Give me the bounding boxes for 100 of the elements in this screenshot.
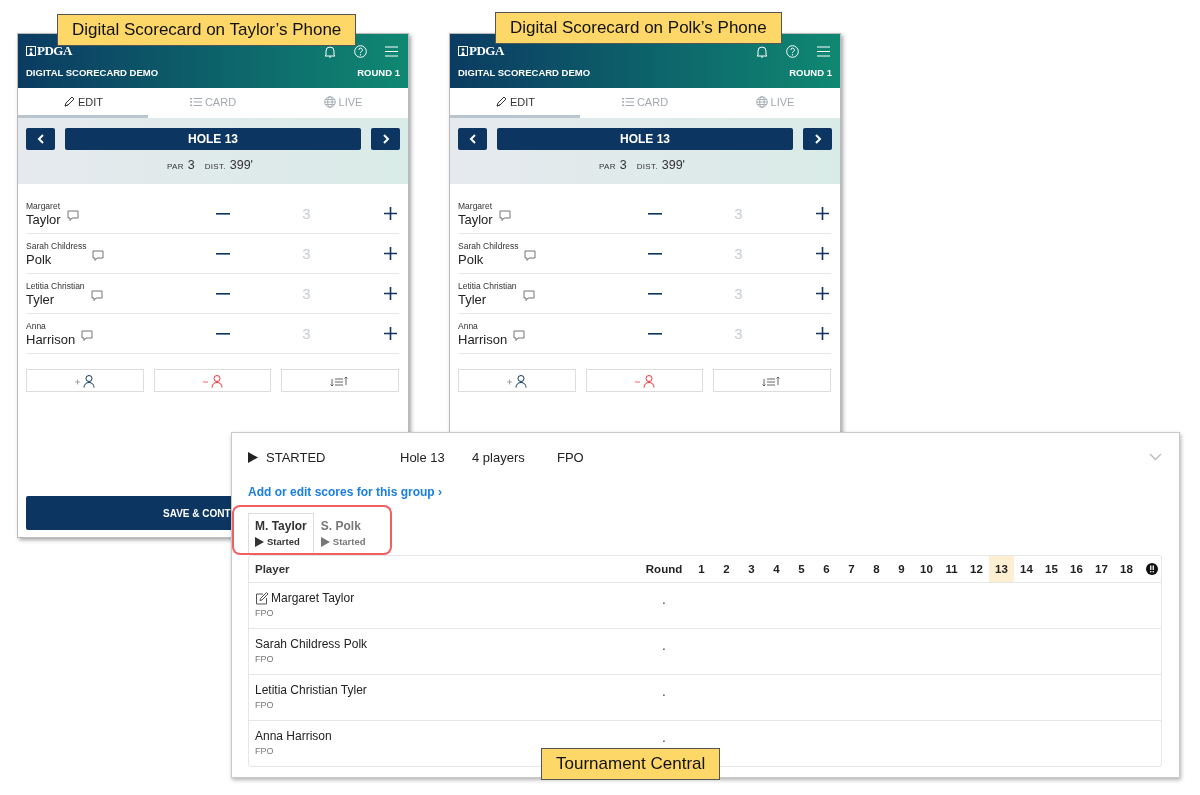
player-division: FPO [255,608,275,618]
plus-icon[interactable] [383,287,397,300]
column-header: 3 [747,562,756,577]
score-value: 3 [733,325,744,342]
player-first-name: Anna [458,320,479,332]
column-header: 17 [1094,562,1109,577]
minus-icon[interactable] [648,212,662,215]
column-header: Player [254,561,291,577]
menu-icon[interactable] [817,45,830,57]
player-count: 4 players [472,449,526,465]
save-button[interactable]: SAVE & CONT [26,496,231,530]
distance-label: DIST. [204,162,226,171]
bell-icon[interactable] [756,44,768,58]
player-name: Sarah Childress Polk [255,637,368,651]
remove-person-icon [633,373,656,388]
round-label: ROUND 1 [789,67,832,78]
player-last-name: Harrison [458,331,508,347]
edit-scores-link[interactable]: Add or edit scores for this group › [248,485,442,499]
help-icon[interactable] [786,44,799,58]
logo: PDGA [37,43,72,59]
minus-icon[interactable] [648,292,662,295]
minus-icon[interactable] [216,252,230,255]
score-value: 3 [301,325,312,342]
add-person-icon [73,373,96,388]
logo-icon [26,46,36,56]
minus-icon[interactable] [216,212,230,215]
plus-icon[interactable] [815,327,829,340]
minus-icon[interactable] [648,252,662,255]
column-header: 10 [919,562,934,577]
previous-hole-button[interactable] [26,128,55,150]
comment-icon[interactable] [81,329,94,342]
minus-icon[interactable] [216,332,230,335]
previous-hole-button[interactable] [458,128,487,150]
app-title: DIGITAL SCORECARD DEMO [26,67,159,78]
distance-value: 399' [661,158,685,172]
column-header: 16 [1069,562,1084,577]
group-status: STARTED [266,449,326,465]
next-hole-button[interactable] [803,128,832,150]
column-header: 11 [944,562,959,577]
bell-icon[interactable] [324,44,336,58]
play-icon [255,536,264,547]
player-tab[interactable]: M. Taylor Started [248,513,314,553]
player-last-name: Taylor [458,211,493,227]
hole-button[interactable]: HOLE 13 [497,128,793,150]
minus-icon[interactable] [648,332,662,335]
score-value: 3 [301,285,312,302]
player-last-name: Harrison [26,331,76,347]
round-score: . [662,731,666,747]
plus-icon[interactable] [383,247,397,260]
play-icon [248,451,258,463]
plus-icon[interactable] [815,207,829,220]
player-first-name: Letitia Christian [26,280,85,292]
menu-icon[interactable] [385,45,398,57]
plus-icon[interactable] [815,287,829,300]
list-icon [621,96,634,107]
player-division: FPO [255,746,275,756]
round-score: . [662,685,666,701]
list-icon [189,96,202,107]
par-value: 3 [187,158,195,172]
comment-icon[interactable] [498,209,511,222]
comment-icon[interactable] [522,289,535,302]
chevron-left-icon [468,134,477,144]
comment-icon[interactable] [90,289,103,302]
plus-icon[interactable] [383,327,397,340]
player-first-name: Anna [26,320,47,332]
column-header: 18 [1119,562,1134,577]
minus-icon[interactable] [216,292,230,295]
next-hole-button[interactable] [371,128,400,150]
score-value: 3 [733,285,744,302]
chevron-right-icon [381,134,390,144]
add-person-icon [505,373,528,388]
info-icon[interactable] [1145,563,1158,575]
pencil-icon [62,95,75,108]
round-score: . [662,593,666,609]
chevron-right-icon [813,134,822,144]
distance-value: 399' [229,158,253,172]
player-first-name: Letitia Christian [458,280,517,292]
help-icon[interactable] [354,44,367,58]
column-header: 6 [822,562,831,577]
comment-icon[interactable] [66,209,79,222]
edit-icon[interactable] [255,591,268,605]
par-value: 3 [619,158,627,172]
column-header: 14 [1019,562,1034,577]
comment-icon[interactable] [92,249,105,262]
column-header: 2 [722,562,731,577]
player-division: FPO [255,654,275,664]
score-value: 3 [733,205,744,222]
column-header: 4 [772,562,781,577]
distance-label: DIST. [636,162,658,171]
score-value: 3 [733,245,744,262]
column-header: 12 [969,562,984,577]
comment-icon[interactable] [524,249,537,262]
plus-icon[interactable] [815,247,829,260]
comment-icon[interactable] [513,329,526,342]
score-value: 3 [301,205,312,222]
player-tab[interactable]: S. Polk Started [313,513,373,553]
player-first-name: Sarah Childress [26,240,87,252]
plus-icon[interactable] [383,207,397,220]
hole-button[interactable]: HOLE 13 [65,128,361,150]
player-first-name: Margaret [26,200,61,212]
